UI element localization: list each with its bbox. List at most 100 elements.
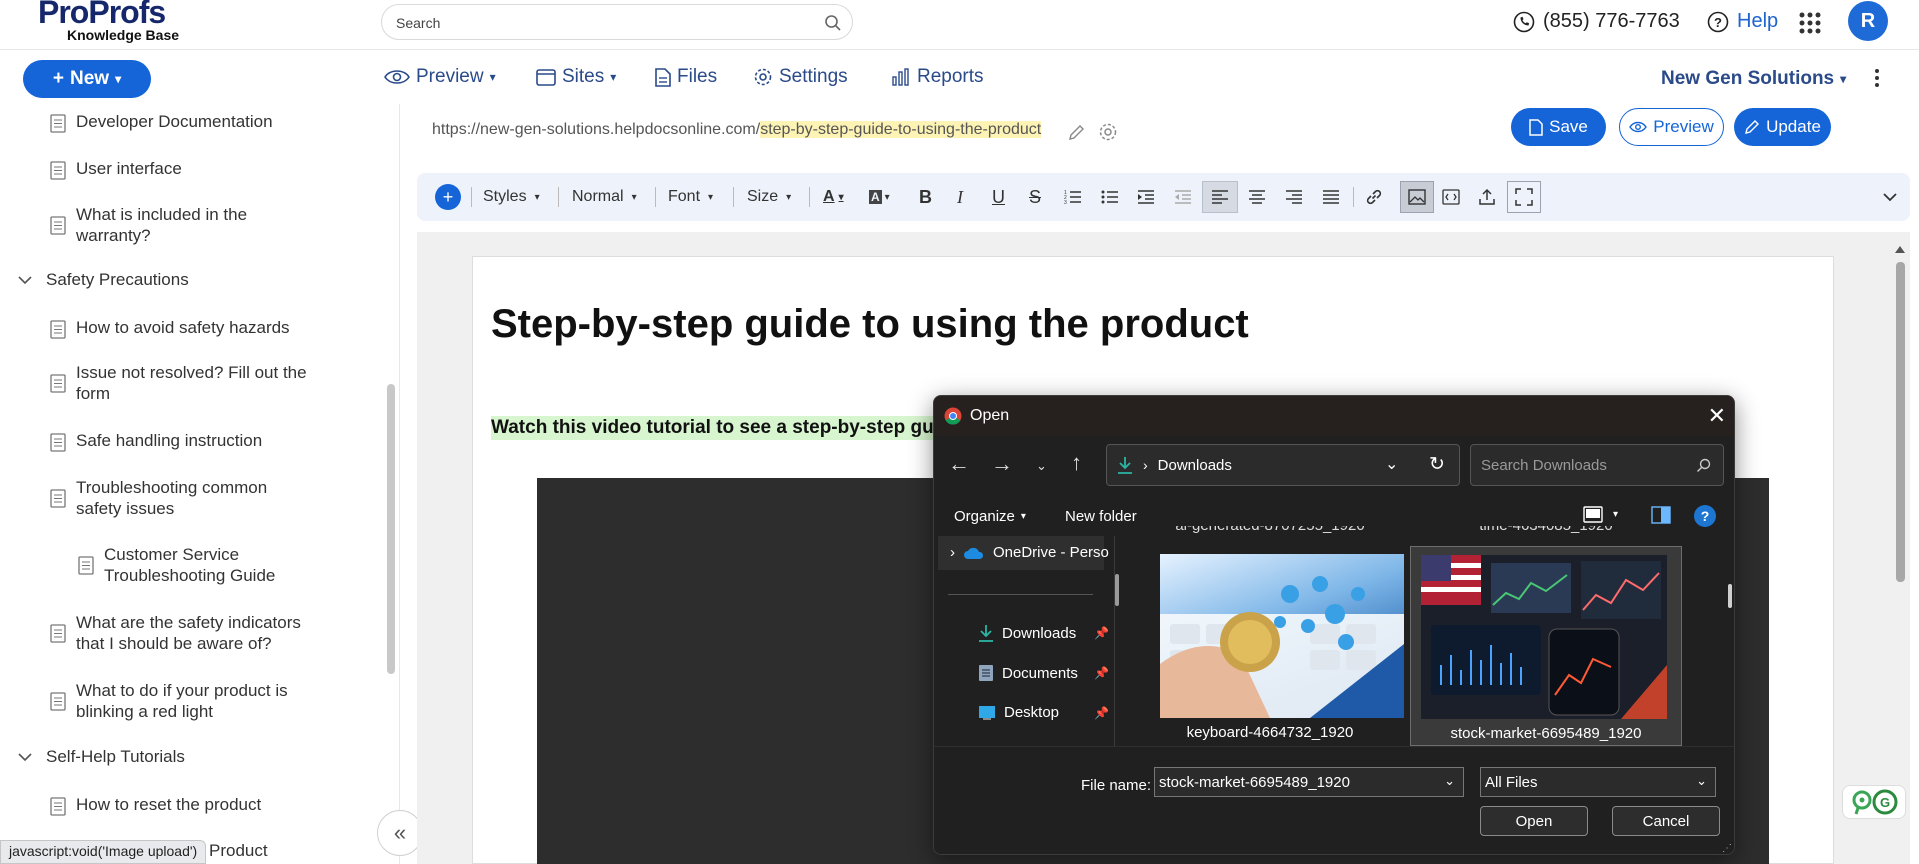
sidebar-item[interactable]: Troubleshooting common safety issues <box>50 477 290 519</box>
pencil-icon[interactable] <box>1068 123 1086 141</box>
more-options-icon[interactable] <box>1874 68 1880 88</box>
add-block-button[interactable]: + <box>435 173 461 221</box>
sidebar-item[interactable]: User interface <box>50 158 182 180</box>
nav-sites[interactable]: Sites ▾ <box>536 66 616 88</box>
pin-icon: 📌 <box>1094 626 1109 640</box>
text-color-icon[interactable]: A ▾ <box>823 173 844 221</box>
gear-icon <box>754 68 772 86</box>
nav-files[interactable]: Files <box>655 66 717 88</box>
indent-icon[interactable] <box>1137 173 1155 221</box>
sidebar-group-self-help[interactable]: Self-Help Tutorials <box>18 747 185 767</box>
cancel-button[interactable]: Cancel <box>1612 806 1720 836</box>
nav-settings[interactable]: Settings <box>753 66 848 88</box>
save-button[interactable]: Save <box>1511 108 1606 146</box>
chevron-down-icon[interactable]: ⌄ <box>1385 454 1398 474</box>
sidebar-group-safety[interactable]: Safety Precautions <box>18 270 189 290</box>
plus-icon: + <box>52 68 64 89</box>
file-type-value: All Files <box>1485 774 1538 791</box>
sidebar-item[interactable]: How to reset the product <box>50 794 261 816</box>
sidebar-item[interactable]: What to do if your product is blinking a… <box>50 680 310 722</box>
article-highlight-text[interactable]: Watch this video tutorial to see a step-… <box>491 416 941 440</box>
help-link[interactable]: ? Help <box>1707 10 1778 33</box>
url-slug[interactable]: step-by-step-guide-to-using-the-product <box>760 121 1042 138</box>
sidebar-item[interactable]: Customer Service Troubleshooting Guide <box>78 544 308 586</box>
align-justify-icon[interactable] <box>1322 173 1340 221</box>
article-title[interactable]: Step-by-step guide to using the product <box>491 302 1249 347</box>
up-arrow-icon[interactable]: ↑ <box>1071 450 1082 476</box>
numbered-list-icon[interactable]: 123 <box>1064 173 1082 221</box>
dialog-search-input[interactable]: Search Downloads <box>1470 444 1724 486</box>
editor-scrollbar[interactable] <box>1894 244 1906 584</box>
search-icon[interactable] <box>824 14 842 32</box>
sidebar-item[interactable]: What is included in the warranty? <box>50 204 280 246</box>
resize-grip-icon[interactable]: ⋰ <box>1722 843 1732 854</box>
align-center-icon[interactable] <box>1248 173 1266 221</box>
sidebar-item[interactable]: How to avoid safety hazards <box>50 317 290 339</box>
image-upload-icon[interactable] <box>1400 181 1434 213</box>
nav-downloads[interactable]: Downloads 📌 <box>978 624 1109 642</box>
search-input[interactable]: Search <box>381 4 853 40</box>
nav-preview[interactable]: Preview ▾ <box>384 66 496 88</box>
size-dropdown[interactable]: Size ▾ <box>747 173 791 221</box>
editor-scroll-thumb[interactable] <box>1896 262 1905 582</box>
upload-icon[interactable] <box>1478 173 1496 221</box>
sidebar-item[interactable]: Safe handling instruction <box>50 430 262 452</box>
file-item-selected[interactable]: stock-market-6695489_1920 <box>1410 546 1682 746</box>
close-icon[interactable]: ✕ <box>1708 403 1726 429</box>
view-options-button[interactable]: ▾ <box>1583 506 1618 523</box>
back-arrow-icon[interactable]: ← <box>948 451 970 477</box>
forward-arrow-icon[interactable]: → <box>991 451 1013 477</box>
bullet-list-icon[interactable] <box>1101 173 1119 221</box>
user-avatar[interactable]: R <box>1848 1 1888 41</box>
new-folder-button[interactable]: New folder <box>1065 508 1137 525</box>
font-dropdown[interactable]: Font ▾ <box>668 173 713 221</box>
sidebar-scrollbar[interactable] <box>387 384 395 674</box>
sidebar-item[interactable]: Developer Documentation <box>50 111 273 133</box>
nav-reports[interactable]: Reports <box>891 66 984 88</box>
open-button[interactable]: Open <box>1480 806 1588 836</box>
scroll-up-icon[interactable] <box>1894 244 1906 254</box>
align-left-icon[interactable] <box>1202 181 1238 213</box>
apps-grid-icon[interactable] <box>1798 11 1822 35</box>
preview-button[interactable]: Preview <box>1619 108 1724 146</box>
new-button[interactable]: + New ▾ <box>23 60 151 98</box>
address-bar[interactable]: › Downloads ⌄ ↻ <box>1106 444 1460 486</box>
sidebar-item[interactable]: What are the safety indicators that I sh… <box>50 612 320 654</box>
nav-onedrive[interactable]: › OneDrive - Perso <box>950 544 1109 561</box>
grammar-assistant-badge[interactable]: G <box>1842 785 1906 819</box>
sidebar-item[interactable]: Product <box>209 840 268 861</box>
styles-dropdown[interactable]: Styles ▾ <box>483 173 540 221</box>
chevron-down-icon <box>18 753 32 762</box>
nav-desktop[interactable]: Desktop 📌 <box>978 704 1109 721</box>
nav-pane-scrollbar[interactable] <box>1115 574 1119 606</box>
phone-link[interactable]: (855) 776-7763 <box>1513 10 1680 33</box>
nav-documents[interactable]: Documents 📌 <box>978 664 1109 682</box>
recent-locations-icon[interactable]: ⌄ <box>1036 458 1047 474</box>
chevron-down-icon[interactable]: ⌄ <box>1444 773 1455 789</box>
fullscreen-icon[interactable] <box>1507 181 1541 213</box>
link-icon[interactable] <box>1365 173 1383 221</box>
file-name-input[interactable]: stock-market-6695489_1920 ⌄ <box>1154 767 1464 797</box>
underline-icon[interactable]: U <box>992 173 1005 221</box>
logo[interactable]: ProProfs <box>38 0 166 28</box>
bold-icon[interactable]: B <box>919 173 932 221</box>
org-selector[interactable]: New Gen Solutions ▾ <box>1661 68 1846 90</box>
file-type-select[interactable]: All Files ⌄ <box>1480 767 1716 797</box>
sidebar-item[interactable]: Issue not resolved? Fill out the form <box>50 362 320 404</box>
gear-icon[interactable] <box>1098 122 1118 142</box>
refresh-icon[interactable]: ↻ <box>1429 453 1445 476</box>
files-scrollbar[interactable] <box>1728 584 1732 608</box>
align-right-icon[interactable] <box>1285 173 1303 221</box>
file-item[interactable]: keyboard-4664732_1920 <box>1134 546 1406 746</box>
outdent-icon[interactable] <box>1174 173 1192 221</box>
format-dropdown[interactable]: Normal ▾ <box>572 173 637 221</box>
update-button[interactable]: Update <box>1734 108 1831 146</box>
italic-icon[interactable]: I <box>957 173 963 221</box>
help-button[interactable]: ? <box>1694 505 1716 527</box>
preview-pane-button[interactable] <box>1651 506 1671 524</box>
strikethrough-icon[interactable]: S <box>1029 173 1041 221</box>
organize-menu[interactable]: Organize ▾ <box>954 508 1026 525</box>
expand-toolbar-icon[interactable] <box>1883 173 1897 221</box>
embed-code-icon[interactable] <box>1442 173 1460 221</box>
background-color-icon[interactable]: A ▾ <box>869 173 890 221</box>
